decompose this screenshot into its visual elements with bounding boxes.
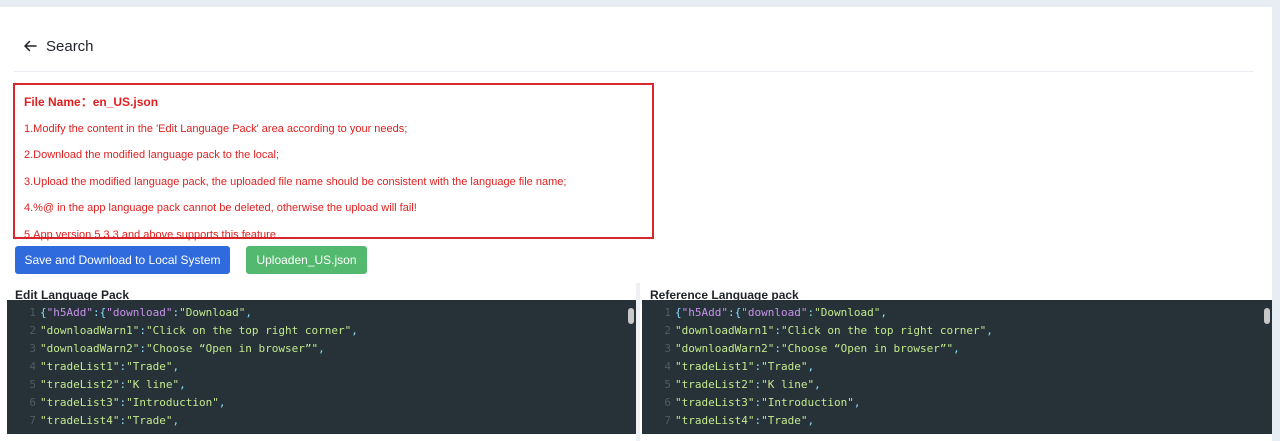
back-label: Search [46, 37, 94, 55]
code-line: 5 "tradeList2":"K line", [7, 376, 636, 394]
editor-scrollbar[interactable] [628, 308, 634, 324]
line-number: 7 [664, 414, 671, 427]
upload-button[interactable]: Uploaden_US.json [246, 246, 367, 274]
code-text: "tradeList3":"Introduction", [675, 396, 861, 409]
code-text: "tradeList5":"Order", [675, 430, 814, 434]
back-button[interactable]: Search [22, 35, 94, 57]
code-line: 7 "tradeList4":"Trade", [7, 412, 636, 430]
code-text: "downloadWarn2":"Choose “Open in browser… [40, 342, 325, 355]
code-text: {"h5Add":{"download":"Download", [40, 306, 252, 319]
line-number: 5 [29, 378, 36, 391]
code-line: 4 "tradeList1":"Trade", [7, 358, 636, 376]
line-number: 5 [664, 378, 671, 391]
file-name-title: File Name：en_US.json [24, 95, 159, 109]
line-number: 2 [29, 324, 36, 337]
code-text: "tradeList4":"Trade", [40, 414, 180, 427]
code-text: "tradeList1":"Trade", [40, 360, 180, 373]
code-line: 1 {"h5Add":{"download":"Download", [642, 304, 1272, 322]
code-text: "tradeList4":"Trade", [675, 414, 815, 427]
code-line: 4 "tradeList1":"Trade", [642, 358, 1272, 376]
header-divider [14, 71, 1254, 72]
code-line: 6 "tradeList3":"Introduction", [642, 394, 1272, 412]
code-text: "tradeList3":"Introduction", [40, 396, 226, 409]
code-line: 5 "tradeList2":"K line", [642, 376, 1272, 394]
reference-code-viewer: 1 {"h5Add":{"download":"Download", 2 "downl… [642, 300, 1272, 434]
code-line: 2 "downloadWarn1":"Click on the top right… [642, 322, 1272, 340]
code-text: {"h5Add":{"download":"Download", [675, 306, 887, 319]
line-number: 8 [7, 430, 40, 434]
line-number: 6 [29, 396, 36, 409]
code-line: 8"tradeList5":"Order", [642, 430, 1272, 434]
line-number: 2 [664, 324, 671, 337]
instruction-line: 1.Modify the content in the 'Edit Langua… [24, 122, 408, 135]
arrow-left-icon [24, 40, 37, 52]
line-number: 1 [664, 306, 671, 319]
save-download-button[interactable]: Save and Download to Local System [15, 246, 230, 274]
code-text: "tradeList5":"Order", [40, 430, 179, 434]
viewer-scrollbar[interactable] [1264, 308, 1270, 324]
line-number: 6 [664, 396, 671, 409]
code-line: 7 "tradeList4":"Trade", [642, 412, 1272, 430]
line-number: 1 [29, 306, 36, 319]
code-line: 8"tradeList5":"Order", [7, 430, 636, 434]
panel-splitter[interactable] [636, 283, 640, 441]
line-number: 7 [29, 414, 36, 427]
instruction-line: 4.%@ in the app language pack cannot be … [24, 202, 417, 215]
code-text: "tradeList2":"K line", [40, 378, 186, 391]
code-line: 3 "downloadWarn2":"Choose “Open in browse… [642, 340, 1272, 358]
line-number: 8 [642, 430, 675, 434]
instruction-line: 2.Download the modified language pack to… [24, 149, 280, 162]
code-text: "tradeList1":"Trade", [675, 360, 815, 373]
code-line: 2 "downloadWarn1":"Click on the top right… [7, 322, 636, 340]
instruction-line: 5.App version 5.3.3 and above supports t… [24, 228, 276, 241]
edit-code-editor[interactable]: 1 {"h5Add":{"download":"Download", 2 "downl… [7, 300, 636, 434]
code-line: 1 {"h5Add":{"download":"Download", [7, 304, 636, 322]
code-text: "downloadWarn1":"Click on the top right … [40, 324, 358, 337]
line-number: 4 [664, 360, 671, 373]
line-number: 4 [29, 360, 36, 373]
code-text: "downloadWarn2":"Choose “Open in browser… [675, 342, 960, 355]
code-text: "tradeList2":"K line", [675, 378, 821, 391]
line-number: 3 [664, 342, 671, 355]
instructions-box: File Name：en_US.json 1.Modify the conten… [13, 83, 654, 241]
code-text: "downloadWarn1":"Click on the top right … [675, 324, 993, 337]
code-line: 3 "downloadWarn2":"Choose “Open in browse… [7, 340, 636, 358]
line-number: 3 [29, 342, 36, 355]
instruction-line: 3.Upload the modified language pack, the… [24, 175, 567, 188]
code-line: 6 "tradeList3":"Introduction", [7, 394, 636, 412]
